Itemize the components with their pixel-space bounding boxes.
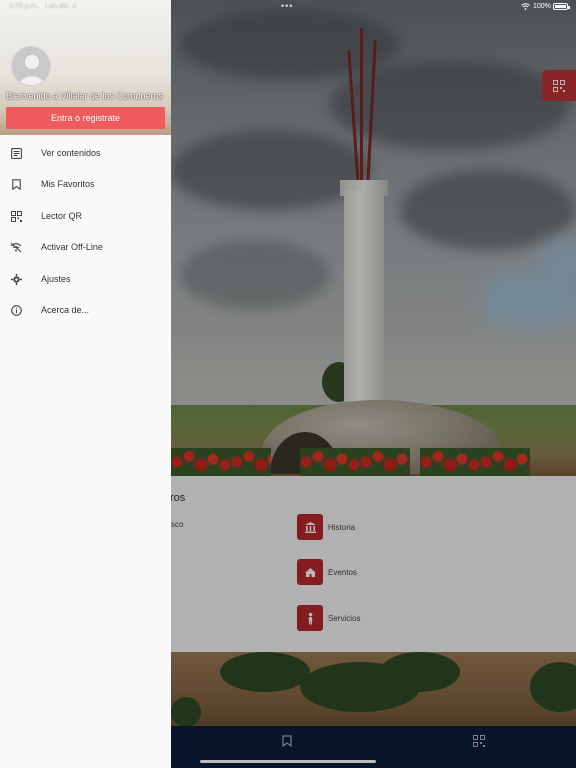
user-avatar-icon	[18, 55, 46, 85]
menu-item-label: Lector QR	[41, 211, 83, 221]
menu-item-activar-offline[interactable]: Activar Off-Line	[0, 234, 171, 260]
wifi-icon	[521, 3, 530, 12]
login-register-button[interactable]: Entra o registrate	[6, 107, 165, 129]
menu-item-label: Ajustes	[41, 274, 71, 284]
gear-icon	[10, 273, 22, 285]
menu-item-acerca-de[interactable]: Acerca de...	[0, 297, 171, 323]
menu-item-ver-contenidos[interactable]: Ver contenidos	[0, 140, 171, 166]
battery-icon	[553, 3, 570, 10]
status-bar: 5:25 p.m. Lun abr. 4 ••• 100%	[0, 0, 576, 14]
drawer-header: Bienvenido a Villalar de los Comuneros E…	[0, 0, 171, 135]
menu-item-label: Ver contenidos	[41, 148, 101, 158]
list-document-icon	[10, 147, 22, 159]
home-indicator[interactable]	[200, 760, 376, 763]
navigation-drawer: Bienvenido a Villalar de los Comuneros E…	[0, 0, 171, 768]
menu-item-label: Mis Favoritos	[41, 179, 95, 189]
multitasking-dots[interactable]: •••	[281, 1, 293, 11]
battery-percent: 100%	[533, 3, 551, 10]
wifi-off-icon	[10, 241, 22, 253]
qr-code-icon	[10, 210, 22, 222]
avatar[interactable]	[11, 46, 51, 86]
menu-item-label: Acerca de...	[41, 305, 90, 315]
welcome-text: Bienvenido a Villalar de los Comuneros	[6, 91, 163, 101]
menu-item-lector-qr[interactable]: Lector QR	[0, 203, 171, 229]
bookmark-icon	[10, 178, 22, 190]
status-time: 5:25 p.m.	[9, 3, 39, 10]
info-icon	[10, 304, 22, 316]
menu-item-label: Activar Off-Line	[41, 242, 103, 252]
menu-item-mis-favoritos[interactable]: Mis Favoritos	[0, 171, 171, 197]
menu-item-ajustes[interactable]: Ajustes	[0, 266, 171, 292]
status-date: Lun abr. 4	[45, 3, 77, 10]
